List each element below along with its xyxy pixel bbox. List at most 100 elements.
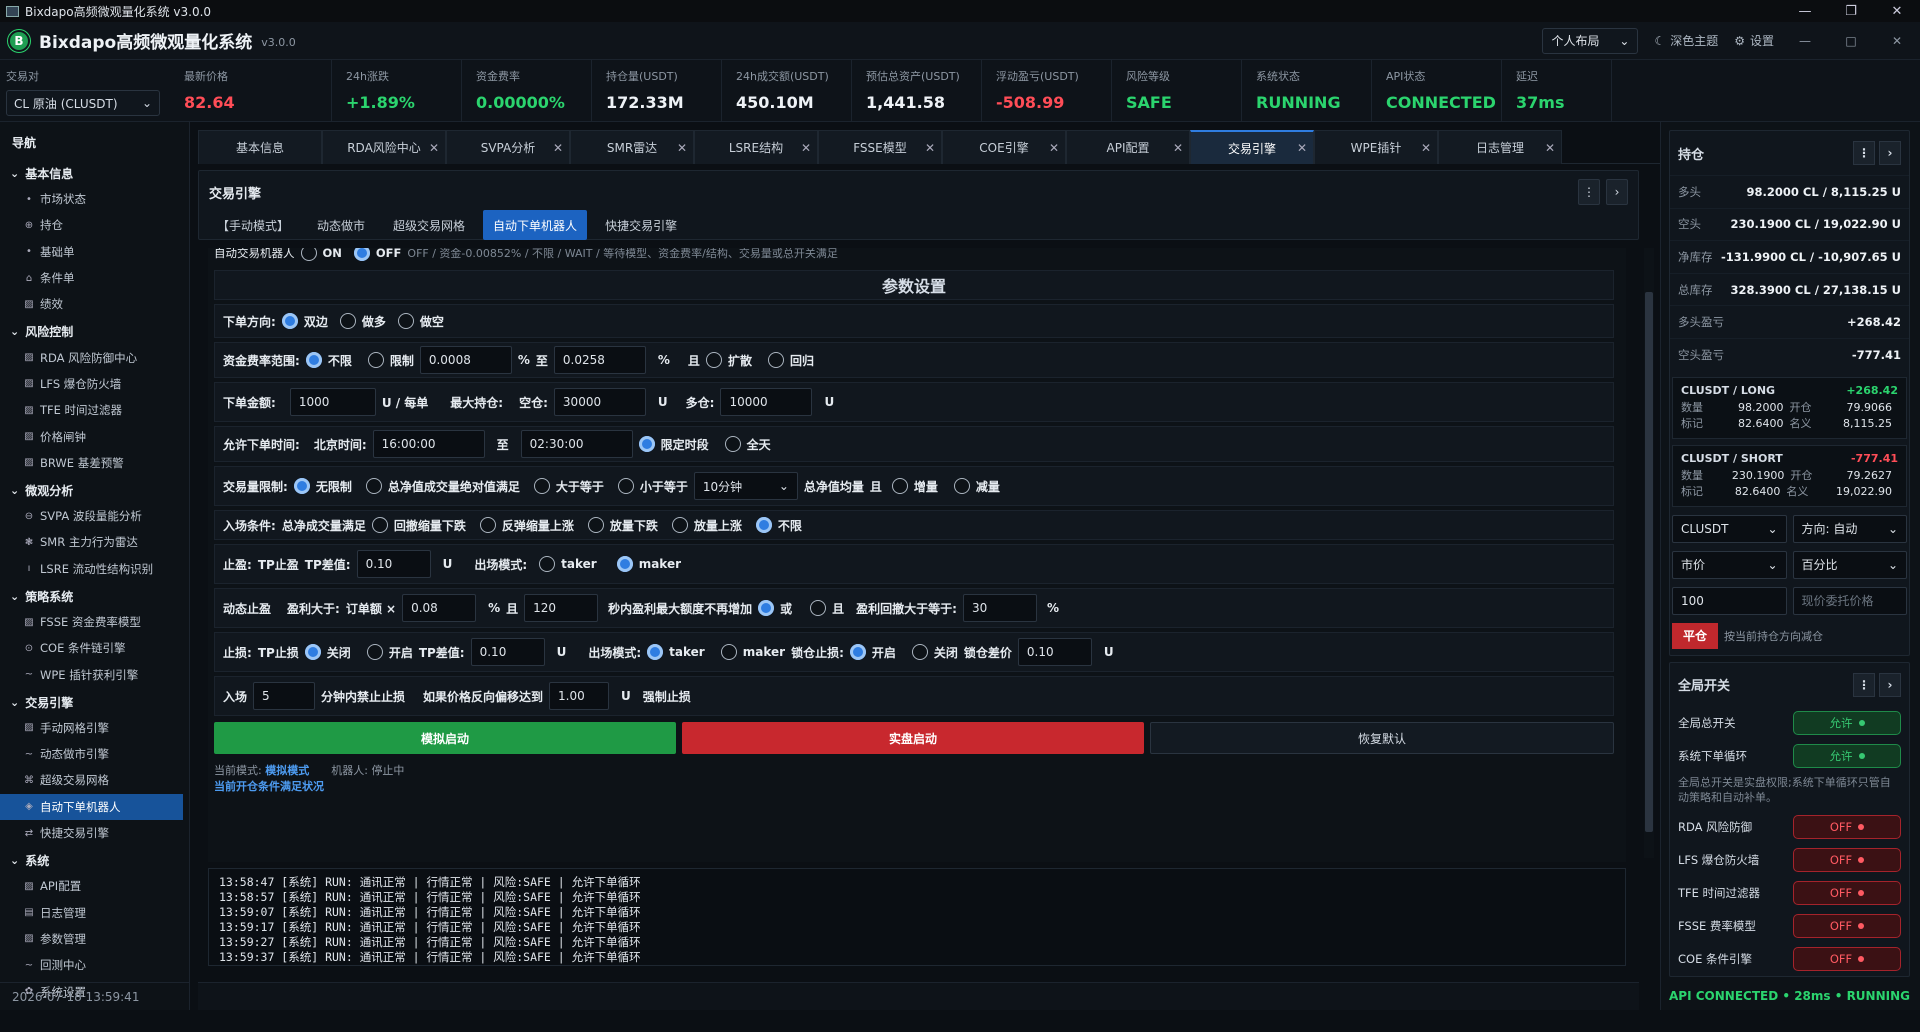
module-switch-toggle[interactable]: OFF bbox=[1793, 881, 1901, 906]
tab[interactable]: SMR雷达 ✕ bbox=[570, 130, 694, 164]
tab[interactable]: 交易引擎 ✕ bbox=[1190, 130, 1314, 164]
volume-increase-radio[interactable] bbox=[891, 478, 908, 494]
entry-offset-input[interactable]: 1.00 bbox=[549, 682, 610, 710]
dyn-or-radio[interactable] bbox=[758, 600, 775, 616]
sidebar-group[interactable]: ⌄ 基本信息 bbox=[0, 159, 189, 186]
engine-subtab[interactable]: 快捷交易引擎 bbox=[595, 210, 687, 240]
sidebar-group[interactable]: ⌄ 微观分析 bbox=[0, 476, 189, 503]
sidebar-item[interactable]: ▨ RDA 风险防御中心 bbox=[0, 344, 189, 370]
entry-unlimited-radio[interactable] bbox=[755, 517, 772, 533]
form-scrollbar[interactable] bbox=[1644, 248, 1654, 858]
close-icon[interactable]: ✕ bbox=[429, 141, 439, 155]
sidebar-item[interactable]: ▨ 参数管理 bbox=[0, 926, 189, 952]
app-minimize-button[interactable]: — bbox=[1790, 34, 1820, 48]
tp-maker-radio[interactable] bbox=[616, 556, 633, 572]
tab[interactable]: RDA风险中心 ✕ bbox=[322, 130, 446, 164]
order-direction-select[interactable]: 方向: 自动 ⌄ bbox=[1792, 514, 1907, 543]
settings-button[interactable]: ⚙ 设置 bbox=[1734, 32, 1774, 49]
sl-taker-radio[interactable] bbox=[647, 644, 664, 660]
switch-menu-button[interactable]: ⋮ bbox=[1853, 672, 1875, 697]
funding-limit-radio[interactable] bbox=[367, 352, 384, 368]
volume-period-select[interactable]: 10分钟 ⌄ bbox=[693, 472, 798, 500]
app-close-button[interactable]: ✕ bbox=[1882, 34, 1912, 48]
short-position-input[interactable]: 30000 bbox=[553, 388, 646, 416]
entry-volume-up-radio[interactable] bbox=[671, 517, 688, 533]
sidebar-item[interactable]: • 市场状态 bbox=[0, 186, 189, 212]
sidebar-item[interactable]: ı LSRE 流动性结构识别 bbox=[0, 556, 189, 582]
funding-spread-radio[interactable] bbox=[705, 352, 722, 368]
close-icon[interactable]: ✕ bbox=[801, 141, 811, 155]
auto-on-radio[interactable] bbox=[300, 248, 317, 261]
sidebar-item[interactable]: ▨ BRWE 基差预警 bbox=[0, 450, 189, 476]
reset-defaults-button[interactable]: 恢复默认 bbox=[1150, 722, 1614, 754]
sidebar-group[interactable]: ⌄ 策略系统 bbox=[0, 582, 189, 609]
switch-expand-button[interactable]: › bbox=[1879, 672, 1901, 697]
sidebar-item[interactable]: ~ WPE 插针获利引擎 bbox=[0, 661, 189, 687]
dyn-multiplier-input[interactable]: 0.08 bbox=[402, 594, 477, 622]
sidebar-group[interactable]: ⌄ 系统 bbox=[0, 846, 189, 873]
sidebar-item[interactable]: ⊙ COE 条件链引擎 bbox=[0, 635, 189, 661]
direction-short-radio[interactable] bbox=[397, 313, 414, 329]
order-loop-toggle[interactable]: 允许 bbox=[1793, 744, 1901, 769]
sidebar-item[interactable]: ~ 动态做市引擎 bbox=[0, 741, 189, 767]
lock-on-radio[interactable] bbox=[849, 644, 866, 660]
live-start-button[interactable]: 实盘启动 bbox=[682, 722, 1144, 754]
entry-volume-down-radio[interactable] bbox=[587, 517, 604, 533]
tab[interactable]: LSRE结构 ✕ bbox=[694, 130, 818, 164]
sidebar-item[interactable]: ▨ FSSE 资金费率模型 bbox=[0, 609, 189, 635]
funding-revert-radio[interactable] bbox=[767, 352, 784, 368]
auto-off-radio[interactable] bbox=[353, 248, 370, 261]
close-button[interactable]: ✕ bbox=[1874, 0, 1920, 22]
order-price-input[interactable]: 现价委托价格 bbox=[1792, 586, 1907, 615]
entry-minutes-input[interactable]: 5 bbox=[253, 682, 316, 710]
lock-off-radio[interactable] bbox=[911, 644, 928, 660]
close-icon[interactable]: ✕ bbox=[553, 141, 563, 155]
time-start-input[interactable]: 16:00:00 bbox=[372, 430, 485, 458]
open-conditions-link[interactable]: 当前开仓条件满足状况 bbox=[214, 778, 324, 794]
sl-on-radio[interactable] bbox=[366, 644, 383, 660]
close-icon[interactable]: ✕ bbox=[1421, 141, 1431, 155]
lock-diff-input[interactable]: 0.10 bbox=[1017, 638, 1092, 666]
sidebar-item[interactable]: ▨ 绩效 bbox=[0, 291, 189, 317]
tab[interactable]: FSSE模型 ✕ bbox=[818, 130, 942, 164]
volume-netabs-radio[interactable] bbox=[365, 478, 382, 494]
sidebar-item[interactable]: ~ 回测中心 bbox=[0, 952, 189, 978]
direction-both-radio[interactable] bbox=[281, 313, 298, 329]
theme-toggle-button[interactable]: ☾ 深色主题 bbox=[1654, 32, 1718, 49]
funding-min-input[interactable]: 0.0008 bbox=[419, 346, 512, 374]
module-switch-toggle[interactable]: OFF bbox=[1793, 848, 1901, 873]
funding-unlimited-radio[interactable] bbox=[305, 352, 322, 368]
sidebar-group[interactable]: ⌄ 风险控制 bbox=[0, 317, 189, 344]
close-icon[interactable]: ✕ bbox=[1173, 141, 1183, 155]
engine-subtab[interactable]: 动态做市 bbox=[307, 210, 375, 240]
sidebar-item[interactable]: ❃ SMR 主力行为雷达 bbox=[0, 529, 189, 555]
dyn-seconds-input[interactable]: 120 bbox=[524, 594, 599, 622]
sl-maker-radio[interactable] bbox=[720, 644, 737, 660]
volume-lte-radio[interactable] bbox=[617, 478, 634, 494]
direction-long-radio[interactable] bbox=[339, 313, 356, 329]
long-position-input[interactable]: 10000 bbox=[720, 388, 813, 416]
sl-off-radio[interactable] bbox=[304, 644, 321, 660]
global-switch-toggle[interactable]: 允许 bbox=[1793, 711, 1901, 736]
entry-rebound-radio[interactable] bbox=[479, 517, 496, 533]
tab[interactable]: 日志管理 ✕ bbox=[1438, 130, 1562, 164]
dyn-pullback-input[interactable]: 30 bbox=[962, 594, 1037, 622]
tab[interactable]: 基本信息 bbox=[198, 130, 322, 164]
close-icon[interactable]: ✕ bbox=[925, 141, 935, 155]
positions-expand-button[interactable]: › bbox=[1879, 141, 1901, 165]
engine-subtab[interactable]: 自动下单机器人 bbox=[483, 210, 588, 240]
engine-subtab[interactable]: 超级交易网格 bbox=[383, 210, 475, 240]
time-end-input[interactable]: 02:30:00 bbox=[520, 430, 633, 458]
layout-select[interactable]: 个人布局 ⌄ bbox=[1542, 27, 1639, 54]
tab[interactable]: WPE插针 ✕ bbox=[1314, 130, 1438, 164]
close-icon[interactable]: ✕ bbox=[1545, 141, 1555, 155]
sidebar-item[interactable]: ⌘ 超级交易网格 bbox=[0, 767, 189, 793]
sidebar-item[interactable]: ◈ 自动下单机器人 bbox=[0, 793, 183, 820]
amount-input[interactable]: 1000 bbox=[289, 388, 376, 416]
sl-diff-input[interactable]: 0.10 bbox=[470, 638, 545, 666]
sidebar-item[interactable]: ▨ TFE 时间过滤器 bbox=[0, 397, 189, 423]
close-icon[interactable]: ✕ bbox=[1297, 141, 1307, 155]
time-limited-radio[interactable] bbox=[638, 436, 655, 452]
maximize-button[interactable]: ❐ bbox=[1828, 0, 1874, 22]
volume-decrease-radio[interactable] bbox=[953, 478, 970, 494]
